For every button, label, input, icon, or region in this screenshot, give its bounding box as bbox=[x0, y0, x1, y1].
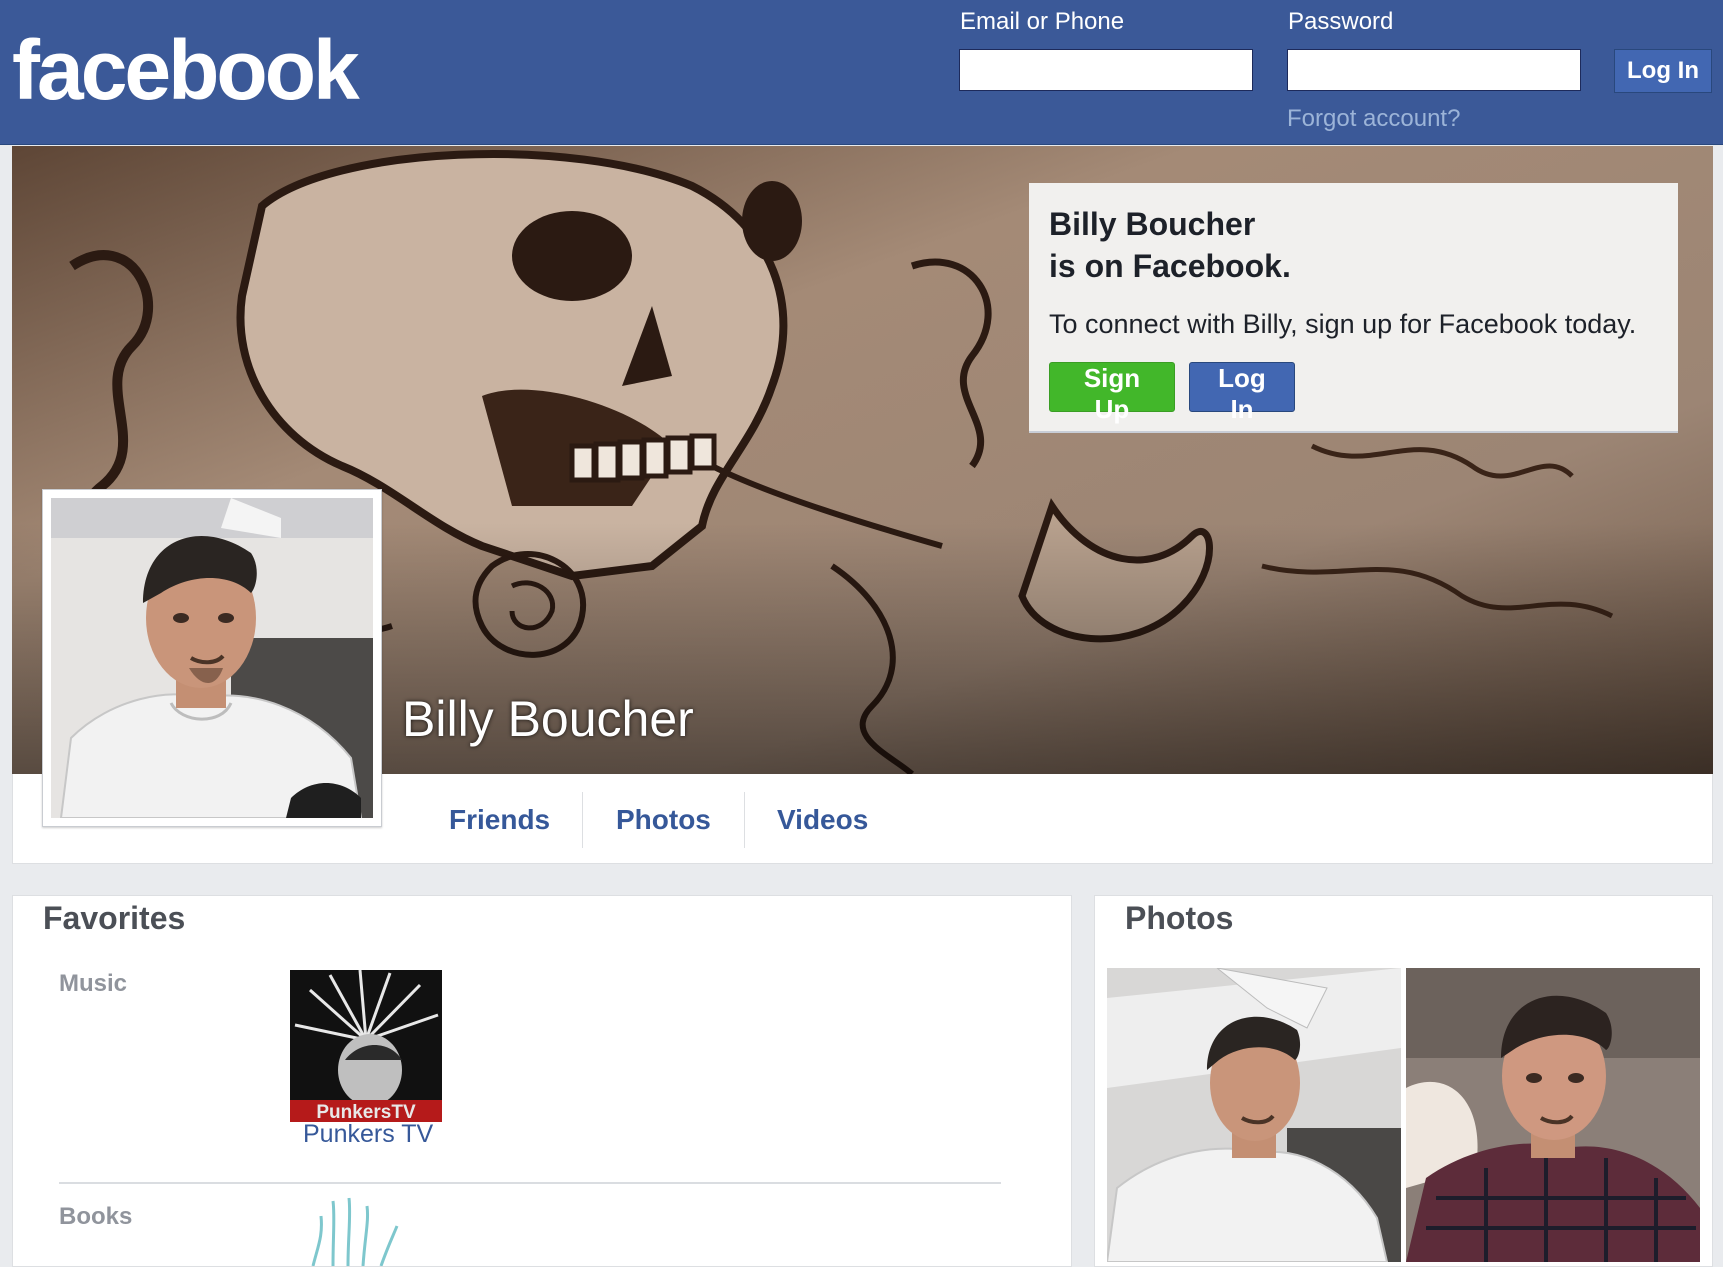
password-input[interactable] bbox=[1287, 49, 1581, 91]
favorites-title: Favorites bbox=[43, 900, 186, 936]
punkers-tv-image[interactable]: PunkersTV bbox=[290, 970, 442, 1122]
email-label: Email or Phone bbox=[960, 8, 1125, 35]
card-title-line2: is on Facebook. bbox=[1049, 248, 1291, 284]
signup-button[interactable]: Sign Up bbox=[1049, 362, 1175, 424]
signup-prompt-card: Billy Boucher is on Facebook. To connect… bbox=[1029, 183, 1678, 433]
favorites-divider bbox=[59, 1182, 1001, 1184]
nav-divider bbox=[744, 792, 745, 848]
photos-title: Photos bbox=[1125, 900, 1234, 936]
email-input[interactable] bbox=[959, 49, 1253, 91]
card-login-button[interactable]: Log In bbox=[1189, 362, 1295, 424]
forgot-account-link[interactable]: Forgot account? bbox=[1287, 105, 1460, 133]
favorites-category-books: Books bbox=[59, 1203, 133, 1230]
photo-thumbnail[interactable] bbox=[1406, 968, 1700, 1262]
tab-friends[interactable]: Friends bbox=[449, 804, 550, 836]
svg-text:PunkersTV: PunkersTV bbox=[316, 1102, 416, 1122]
favorites-panel: Favorites Music PunkersTV Punkers TV Boo… bbox=[12, 895, 1072, 1267]
favorites-category-music: Music bbox=[59, 970, 128, 997]
facebook-logo[interactable]: facebook bbox=[12, 28, 360, 112]
tab-photos[interactable]: Photos bbox=[616, 804, 711, 836]
card-title-line1: Billy Boucher bbox=[1049, 206, 1256, 242]
profile-photo-image bbox=[51, 498, 373, 818]
password-label: Password bbox=[1288, 8, 1394, 35]
header-login-button[interactable]: Log In bbox=[1614, 49, 1712, 93]
photo-thumbnail[interactable] bbox=[1107, 968, 1401, 1262]
tab-videos[interactable]: Videos bbox=[777, 804, 868, 836]
favorite-music-link[interactable]: Punkers TV bbox=[303, 1120, 433, 1149]
card-title: Billy Boucher is on Facebook. bbox=[1049, 203, 1291, 287]
nav-divider bbox=[582, 792, 583, 848]
profile-picture[interactable] bbox=[42, 489, 382, 827]
book-hand-image[interactable] bbox=[293, 1196, 443, 1266]
card-text: To connect with Billy, sign up for Faceb… bbox=[1049, 309, 1637, 339]
profile-name[interactable]: Billy Boucher bbox=[402, 690, 694, 748]
top-bar: facebook Email or Phone Password Log In … bbox=[0, 0, 1723, 145]
photos-panel: Photos bbox=[1094, 895, 1713, 1267]
